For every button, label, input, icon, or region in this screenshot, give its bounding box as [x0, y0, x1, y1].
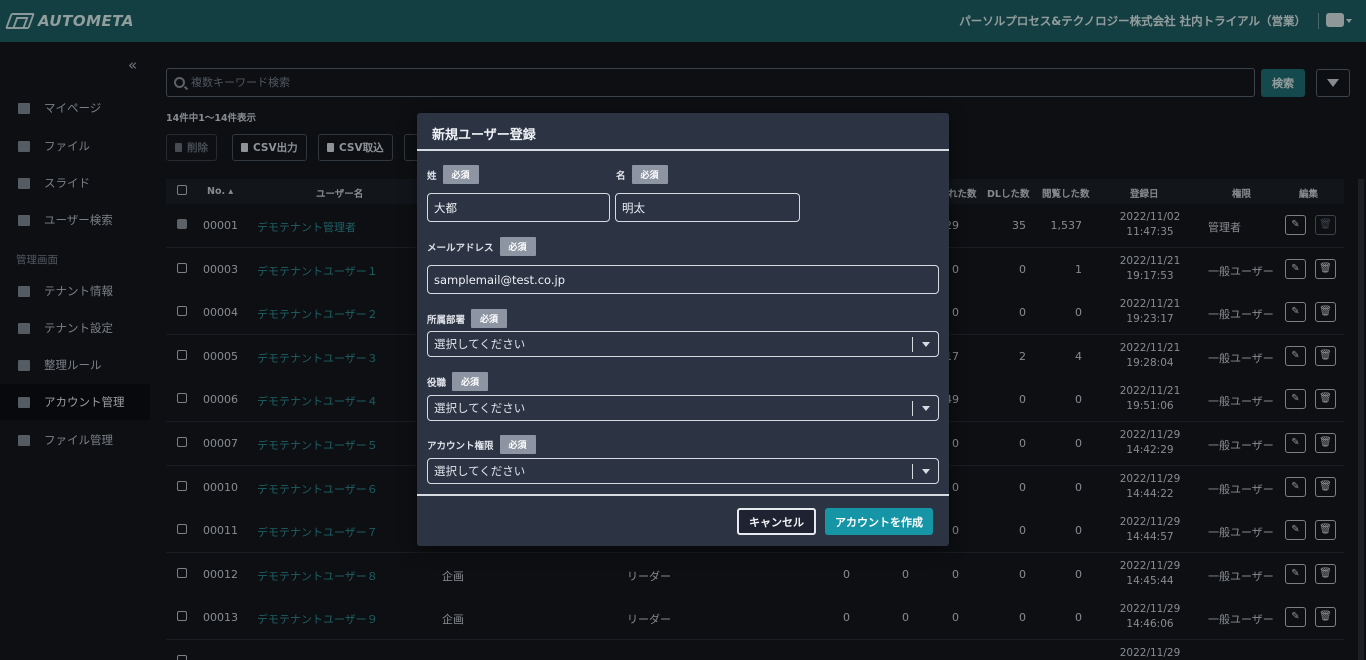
email-field[interactable]: samplemail@test.co.jp — [427, 265, 939, 294]
department-label: 所属部署 必須 — [427, 309, 508, 328]
first-name-label-text: 名 — [616, 170, 626, 182]
select-divider — [912, 401, 913, 416]
modal-divider — [417, 149, 949, 151]
chevron-down-icon[interactable] — [922, 406, 930, 411]
required-badge: 必須 — [471, 309, 508, 328]
permission-select-value: 選択してください — [434, 464, 526, 478]
modal-title: 新規ユーザー登録 — [432, 128, 536, 143]
chevron-down-icon[interactable] — [922, 342, 930, 347]
department-label-text: 所属部署 — [427, 314, 466, 326]
email-label-text: メールアドレス — [427, 242, 494, 254]
permission-label: アカウント権限 必須 — [427, 435, 536, 454]
position-label: 役職 必須 — [427, 372, 489, 391]
last-name-field[interactable]: 大都 — [427, 193, 610, 222]
required-badge: 必須 — [452, 372, 489, 391]
select-divider — [912, 464, 913, 479]
select-divider — [912, 337, 913, 352]
department-select[interactable]: 選択してください — [427, 331, 939, 357]
department-select-value: 選択してください — [434, 337, 526, 351]
email-label: メールアドレス 必須 — [427, 237, 536, 256]
position-label-text: 役職 — [427, 377, 447, 389]
required-badge: 必須 — [499, 237, 536, 256]
position-select-value: 選択してください — [434, 401, 526, 415]
last-name-label: 姓 必須 — [427, 165, 479, 184]
required-badge: 必須 — [442, 165, 479, 184]
required-badge: 必須 — [631, 165, 668, 184]
permission-label-text: アカウント権限 — [427, 440, 494, 452]
create-account-button[interactable]: アカウントを作成 — [825, 508, 933, 535]
permission-select[interactable]: 選択してください — [427, 458, 939, 484]
required-badge: 必須 — [499, 435, 536, 454]
first-name-field[interactable]: 明太 — [615, 193, 800, 222]
modal-footer-divider — [417, 494, 949, 496]
position-select[interactable]: 選択してください — [427, 395, 939, 421]
chevron-down-icon[interactable] — [922, 469, 930, 474]
first-name-label: 名 必須 — [616, 165, 668, 184]
new-user-modal: 新規ユーザー登録 姓 必須 大都 名 必須 明太 メールアドレス 必須 samp… — [417, 113, 949, 546]
last-name-label-text: 姓 — [427, 170, 437, 182]
cancel-button[interactable]: キャンセル — [737, 508, 816, 535]
